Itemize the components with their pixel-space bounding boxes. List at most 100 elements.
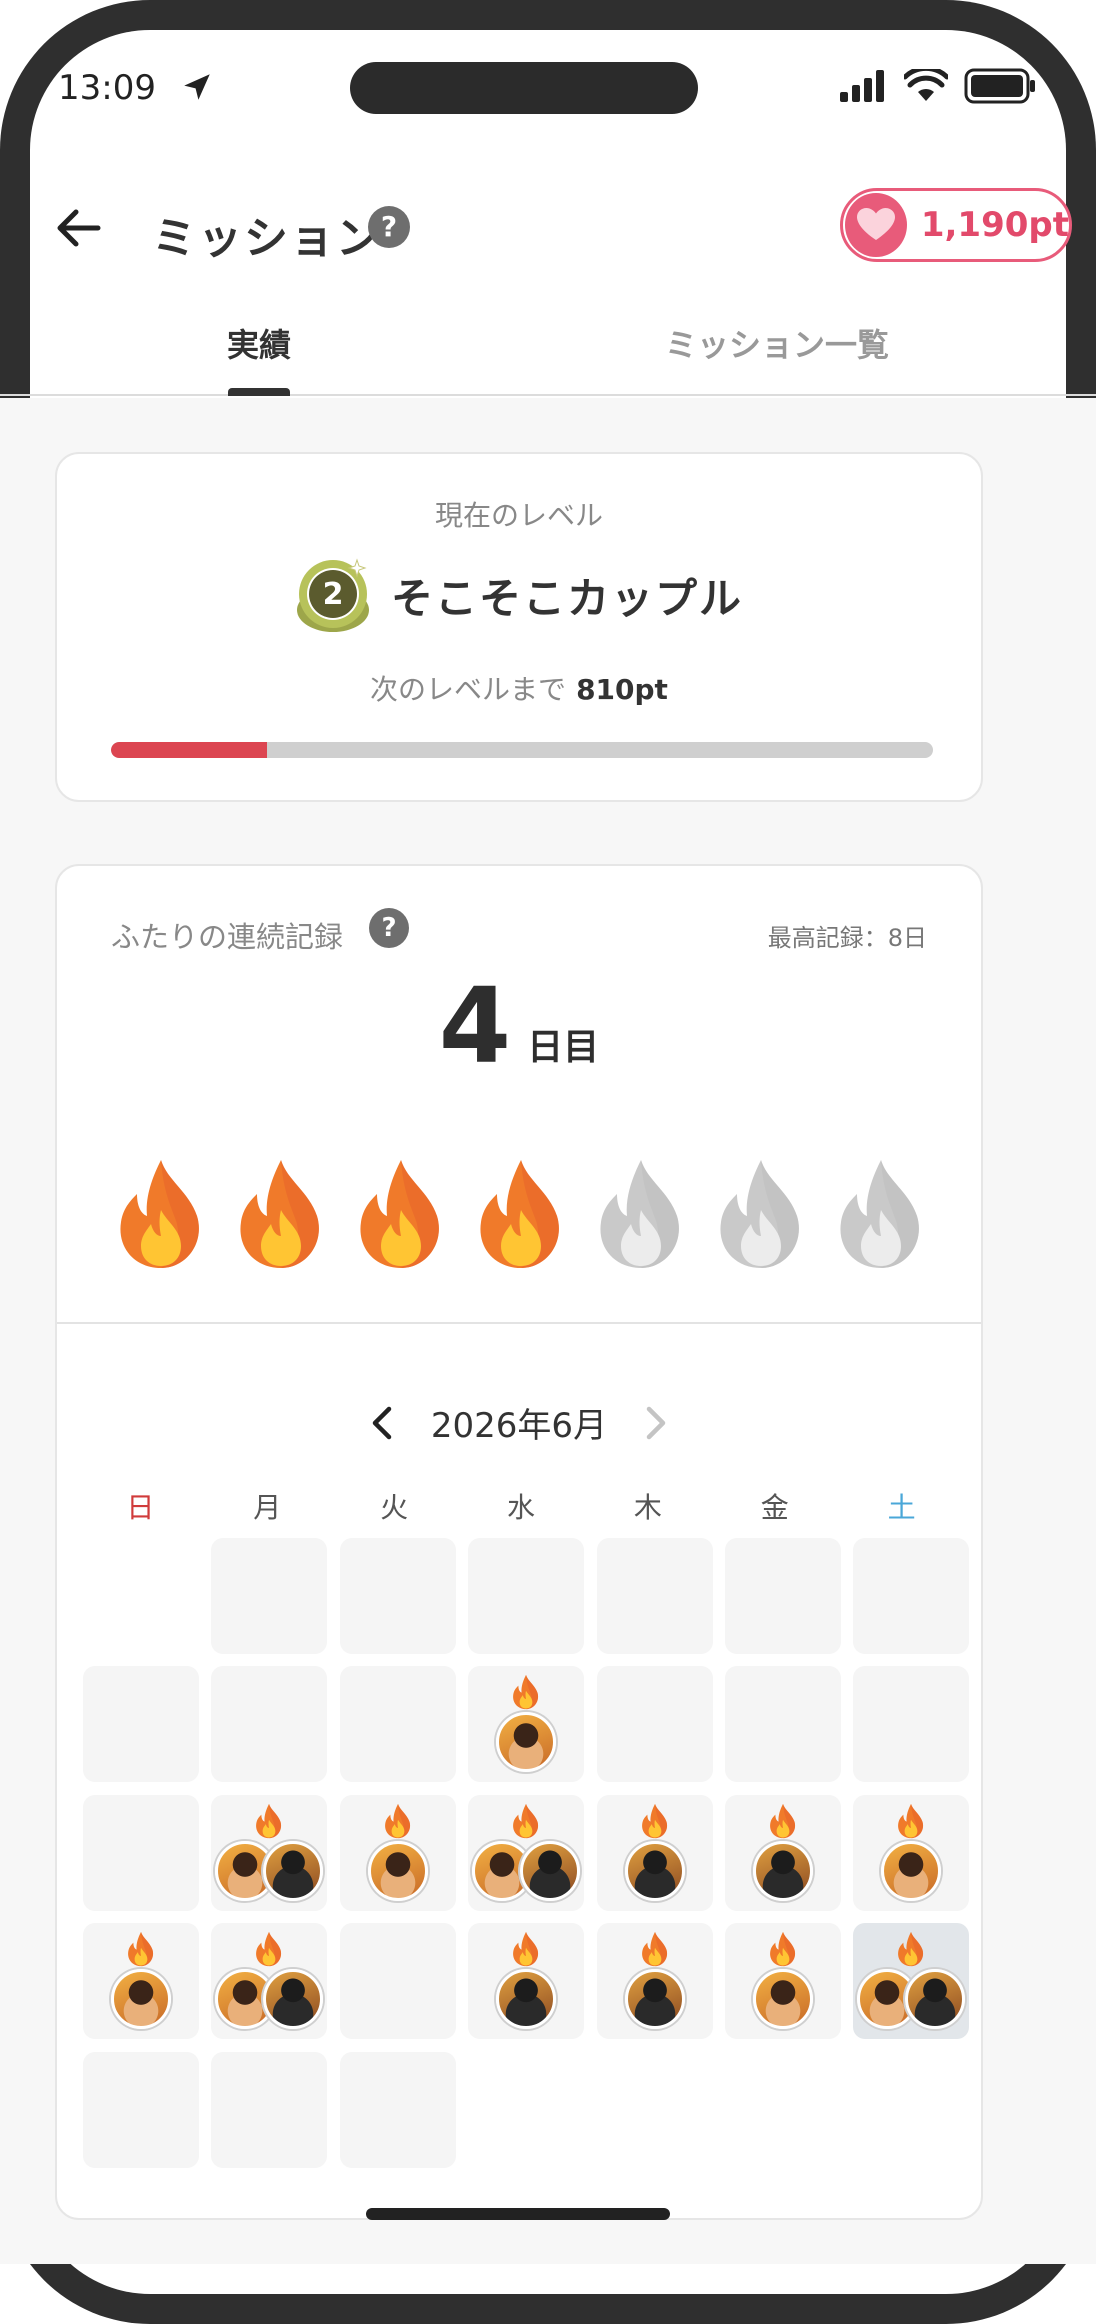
calendar-day-cell[interactable] [725,1923,841,2040]
avatar [624,1969,685,2030]
calendar-day-cell[interactable] [83,1794,199,1911]
calendar-day-cell[interactable] [596,1794,713,1911]
calendar-day-cell[interactable] [339,2051,456,2168]
streak-number: 4 [438,965,512,1087]
level-badge-icon: 2 [295,554,373,636]
level-caption: 現在のレベル [434,499,603,532]
level-progress-bar [111,742,933,758]
flame-icon [769,1803,797,1839]
level-number: 2 [323,577,344,612]
avatar [753,1969,813,2030]
flame-icon [769,1931,797,1967]
next-level-row: 次のレベルまで 810pt [57,668,981,708]
calendar-day-cell[interactable] [853,1923,970,2040]
calendar-day-cell[interactable] [468,1794,585,1911]
calendar-day-cell[interactable] [853,1538,970,1654]
calendar-day-cell[interactable] [83,1666,199,1783]
calendar-day-cell[interactable] [83,2051,199,2168]
points-badge[interactable]: 1,190pt [840,188,1072,262]
tab-achievements[interactable]: 実績 [0,320,518,366]
flame-icon [127,1931,155,1967]
weekday-label: 土 [887,1491,916,1524]
calendar-day-cell[interactable] [596,1666,713,1783]
dynamic-island [350,62,698,114]
calendar-day-cell[interactable] [853,1666,970,1783]
back-arrow-icon[interactable] [50,200,106,256]
tab-mission-list[interactable]: ミッション一覧 [518,320,1036,366]
calendar-day-cell[interactable] [468,1666,585,1783]
avatar [753,1840,813,1901]
calendar-day-cell[interactable] [468,1538,585,1654]
help-icon[interactable]: ? [368,206,410,248]
wifi-icon [904,69,948,101]
flame-icon-inactive [717,1158,805,1270]
chevron-left-icon[interactable] [365,1403,401,1443]
calendar-day-cell[interactable] [211,2051,328,2168]
avatar [111,1969,171,2030]
calendar-day-cell[interactable] [596,1923,713,2040]
calendar-day-cell[interactable] [725,1538,841,1654]
flame-icon-active [117,1158,205,1270]
weekday-label: 金 [760,1491,789,1524]
calendar-day-cell[interactable] [211,1538,328,1654]
next-level-label: 次のレベルまで [370,673,567,706]
calendar-day-cell[interactable] [725,1794,841,1911]
avatar [496,1712,557,1773]
flame-icon [641,1931,669,1967]
calendar-day-cell[interactable] [596,1538,713,1654]
streak-label: ふたりの連続記録 [111,920,344,954]
weekday-label: 火 [380,1491,409,1524]
flame-icon [897,1803,925,1839]
weekday-label: 木 [633,1491,662,1524]
chevron-right-icon[interactable] [637,1403,673,1443]
best-record: 最高記録：8日 [767,924,927,952]
status-icons [840,68,1036,104]
calendar-day-cell[interactable] [339,1538,456,1654]
signal-icon [840,70,884,102]
calendar-day-cell[interactable] [853,1794,970,1911]
active-tab-indicator [228,388,290,396]
calendar-day-cell[interactable] [725,1666,841,1783]
flame-icon [512,1803,540,1839]
calendar-day-cell[interactable] [339,1794,456,1911]
flame-icon-inactive [837,1158,925,1270]
calendar-day-cell[interactable] [211,1666,328,1783]
avatar [881,1840,942,1901]
calendar-day-cell[interactable] [211,1794,328,1911]
battery-icon [964,68,1035,104]
calendar-day-cell[interactable] [211,1923,328,2040]
avatar [496,1969,557,2030]
weekday-label: 月 [253,1491,282,1524]
calendar-day-cell[interactable] [83,1923,199,2040]
level-card: 現在のレベル 2 そこそこカップル 次のレベルまで 810pt [55,452,983,802]
flame-icon [384,1803,412,1839]
avatar [520,1840,581,1901]
calendar-day-cell[interactable] [339,1666,456,1783]
level-name: そこそこカップル [390,573,743,623]
streak-help-icon[interactable]: ? [369,908,409,948]
flame-icon [512,1931,540,1967]
level-row: 2 そこそこカップル [57,554,981,636]
streak-count: 4 日目 [57,974,981,1078]
weekday-label: 日 [126,1491,155,1524]
calendar-header: 2026年6月 [57,1398,981,1447]
avatar [367,1840,428,1901]
next-level-value: 810pt [576,673,668,706]
level-progress-fill [111,742,268,758]
status-time: 13:09 [58,68,156,108]
calendar-day-cell[interactable] [339,1923,456,2040]
streak-unit: 日目 [527,1027,600,1068]
header: ミッション ? 1,190pt [0,150,1096,300]
calendar-day-cell[interactable] [468,1923,585,2040]
streak-card: ふたりの連続記録 ? 最高記録：8日 4 日目 2026年6月 日 月 火 水 … [55,864,983,2220]
weekday-header: 日月火水木金土 [77,1486,965,1526]
flame-icon-inactive [597,1158,685,1270]
flame-icon-active [357,1158,445,1270]
points-value: 1,190pt [920,205,1069,245]
flame-icon [255,1803,283,1839]
flame-icon-active [237,1158,325,1270]
avatar [263,1840,324,1901]
flame-icon [897,1931,925,1967]
avatar [263,1969,324,2030]
avatar [905,1969,966,2030]
